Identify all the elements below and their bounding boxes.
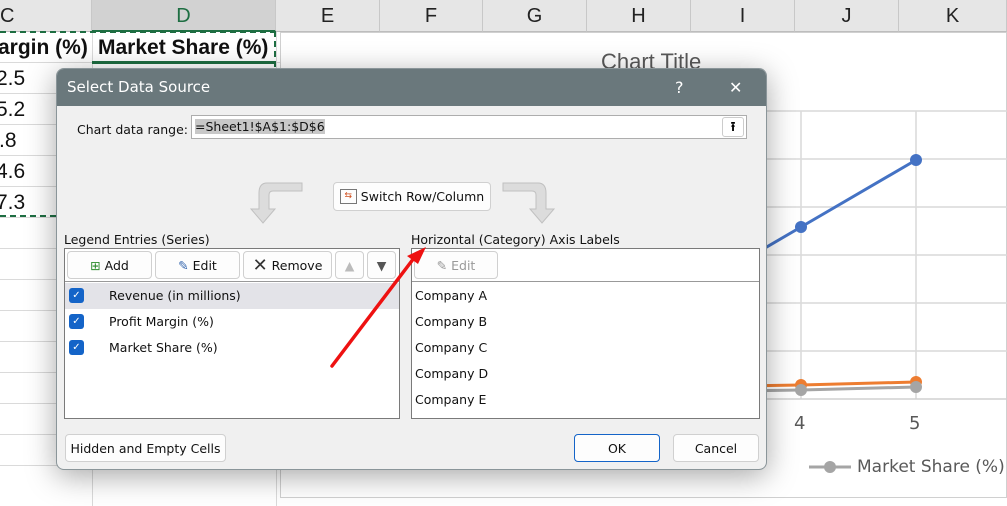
ok-button[interactable]: OK [574, 434, 660, 462]
edit-icon: ✎ [436, 257, 448, 273]
category-item[interactable]: Company A [415, 283, 759, 309]
edit-series-button[interactable]: ✎ Edit [155, 251, 240, 279]
axis-labels-list: ✎ Edit Company A Company B Company C Comp… [411, 248, 760, 419]
arrow-left-down-icon [249, 182, 303, 224]
chart-data-range-input[interactable]: =Sheet1!$A$1:$D$6 ⭱ [191, 115, 747, 139]
move-up-icon: ▲ [344, 257, 355, 273]
x-tick-label: 4 [794, 413, 806, 434]
cell-c6[interactable]: 7.3 [0, 191, 25, 215]
checkbox-checked[interactable]: ✓ [69, 288, 84, 303]
series-item-profit-margin[interactable]: ✓ Profit Margin (%) [65, 309, 399, 335]
move-down-button[interactable]: ▼ [367, 251, 396, 279]
column-header-h[interactable]: H [587, 0, 691, 32]
active-cell-border [92, 61, 276, 64]
cancel-button[interactable]: Cancel [673, 434, 759, 462]
legend-entries-label: Legend Entries (Series) [64, 232, 210, 247]
close-button[interactable]: ✕ [729, 69, 742, 106]
help-button[interactable]: ? [675, 69, 684, 106]
dialog-titlebar[interactable]: Select Data Source ? ✕ [57, 69, 766, 106]
add-icon: ⊞ [90, 257, 101, 273]
edit-icon: ✎ [178, 257, 189, 273]
chart-data-range-label: Chart data range: [77, 122, 189, 137]
remove-series-button[interactable]: ✕ Remove [243, 251, 332, 279]
checkbox-checked[interactable]: ✓ [69, 340, 84, 355]
category-item[interactable]: Company E [415, 387, 759, 413]
x-tick-label: 5 [909, 413, 921, 434]
axis-labels-title: Horizontal (Category) Axis Labels [411, 232, 620, 247]
add-series-button[interactable]: ⊞ Add [67, 251, 152, 279]
category-item[interactable]: Company D [415, 361, 759, 387]
cell-c5[interactable]: 4.6 [0, 160, 25, 184]
series-item-revenue[interactable]: ✓ Revenue (in millions) [65, 283, 399, 309]
column-header-k[interactable]: K [899, 0, 1007, 32]
move-up-button[interactable]: ▲ [335, 251, 364, 279]
arrow-right-down-icon [502, 182, 556, 224]
move-down-icon: ▼ [376, 257, 387, 273]
cell-c1[interactable]: argin (%) [0, 36, 88, 60]
column-header-j[interactable]: J [795, 0, 899, 32]
select-data-source-dialog: Select Data Source ? ✕ Chart data range:… [56, 68, 767, 470]
market-share-point [795, 384, 807, 396]
cell-d1[interactable]: Market Share (%) [98, 36, 268, 60]
market-share-point [910, 381, 922, 393]
column-header-e[interactable]: E [276, 0, 380, 32]
collapse-dialog-icon[interactable]: ⭱ [722, 117, 744, 137]
remove-icon: ✕ [252, 254, 268, 276]
column-header-c[interactable]: C [0, 0, 92, 32]
column-header-f[interactable]: F [380, 0, 483, 32]
cell-c2[interactable]: 2.5 [0, 67, 25, 91]
revenue-point [795, 221, 807, 233]
column-header-g[interactable]: G [483, 0, 587, 32]
cell-c4[interactable]: .8 [0, 129, 17, 153]
cell-c3[interactable]: 5.2 [0, 98, 25, 122]
column-header-d[interactable]: D [92, 0, 276, 32]
switch-icon: ⇆ [339, 189, 357, 204]
hidden-empty-cells-button[interactable]: Hidden and Empty Cells [65, 434, 226, 462]
dialog-title: Select Data Source [67, 78, 211, 96]
revenue-point [910, 154, 922, 166]
edit-axis-labels-button[interactable]: ✎ Edit [414, 251, 498, 279]
legend-entry-market-share[interactable]: Market Share (%) [857, 457, 1005, 477]
series-item-market-share[interactable]: ✓ Market Share (%) [65, 335, 399, 361]
category-item[interactable]: Company C [415, 335, 759, 361]
category-item[interactable]: Company B [415, 309, 759, 335]
switch-row-column-button[interactable]: ⇆ Switch Row/Column [333, 182, 491, 211]
legend-marker-point [824, 461, 836, 473]
legend-entries-list: ⊞ Add ✎ Edit ✕ Remove ▲ ▼ ✓ Revenue (in mill… [64, 248, 400, 419]
checkbox-checked[interactable]: ✓ [69, 314, 84, 329]
column-header-i[interactable]: I [691, 0, 795, 32]
